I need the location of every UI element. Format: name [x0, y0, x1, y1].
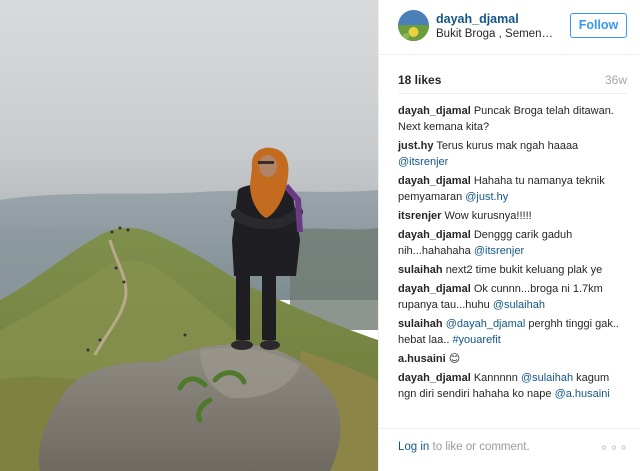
comment-6: dayah_djamal Ok cunnn...broga ni 1.7km r…: [398, 281, 630, 313]
post-header: dayah_djamal Bukit Broga , Semenyih Foll…: [379, 0, 640, 55]
post-location[interactable]: Bukit Broga , Semenyih: [436, 28, 556, 40]
post-sidebar: dayah_djamal Bukit Broga , Semenyih Foll…: [378, 0, 640, 471]
comment-mention[interactable]: @itsrenjer: [398, 156, 448, 168]
likes-count[interactable]: 18 likes: [398, 73, 441, 87]
post-username[interactable]: dayah_djamal: [436, 12, 519, 26]
comment-mention[interactable]: @just.hy: [465, 191, 508, 203]
comment-1: just.hy Terus kurus mak ngah haaaa @itsr…: [398, 138, 630, 170]
comment-2: dayah_djamal Hahaha tu namanya teknik pe…: [398, 173, 630, 205]
post-stats: 18 likes 36w: [379, 55, 640, 95]
comment-3: itsrenjer Wow kurusnya!!!!!: [398, 208, 630, 224]
comment-user[interactable]: itsrenjer: [398, 210, 441, 222]
comment-hashtag[interactable]: #youarefit: [452, 334, 500, 346]
comments-list: dayah_djamal Puncak Broga telah ditawan.…: [398, 103, 630, 405]
post-footer: Log in to like or comment. ∘∘∘: [379, 428, 640, 471]
comment-user[interactable]: dayah_djamal: [398, 372, 471, 384]
comment-mention[interactable]: @sulaihah: [521, 372, 573, 384]
comment-4: dayah_djamal Denggg carik gaduh nih...ha…: [398, 227, 630, 259]
comment-user[interactable]: dayah_djamal: [398, 283, 471, 295]
comment-text: next2 time bukit keluang plak ye: [445, 264, 603, 276]
comment-mention[interactable]: @a.husaini: [555, 388, 610, 400]
comment-text: Wow kurusnya!!!!!: [444, 210, 532, 222]
login-prompt-text: to like or comment.: [429, 441, 530, 453]
comment-mention[interactable]: @itsrenjer: [474, 245, 524, 257]
comment-user[interactable]: a.husaini: [398, 353, 446, 365]
comment-user[interactable]: dayah_djamal: [398, 229, 471, 241]
more-options-icon[interactable]: ∘∘∘: [600, 439, 629, 456]
comment-9: dayah_djamal Kannnnn @sulaihah kagum ngn…: [398, 370, 630, 402]
login-link[interactable]: Log in: [398, 441, 429, 453]
avatar[interactable]: [398, 10, 429, 41]
comment-mention[interactable]: @dayah_djamal: [446, 318, 526, 330]
post-photo: [0, 0, 378, 471]
divider: [398, 93, 627, 94]
comment-8: a.husaini 😊: [398, 351, 630, 367]
post-age[interactable]: 36w: [605, 73, 627, 87]
login-prompt: Log in to like or comment.: [398, 441, 530, 453]
comment-user[interactable]: sulaihah: [398, 264, 443, 276]
follow-button[interactable]: Follow: [570, 13, 627, 38]
comment-text: Kannnnn: [473, 372, 518, 384]
comment-mention[interactable]: @sulaihah: [493, 299, 545, 311]
comment-7: sulaihah @dayah_djamal perghh tinggi gak…: [398, 316, 630, 348]
comment-text: Terus kurus mak ngah haaaa: [436, 140, 579, 152]
comment-user[interactable]: dayah_djamal: [398, 105, 471, 117]
comment-user[interactable]: dayah_djamal: [398, 175, 471, 187]
comment-text: 😊: [448, 353, 461, 365]
comment-0: dayah_djamal Puncak Broga telah ditawan.…: [398, 103, 630, 135]
comment-user[interactable]: just.hy: [398, 140, 433, 152]
comment-user[interactable]: sulaihah: [398, 318, 443, 330]
comment-5: sulaihah next2 time bukit keluang plak y…: [398, 262, 630, 278]
